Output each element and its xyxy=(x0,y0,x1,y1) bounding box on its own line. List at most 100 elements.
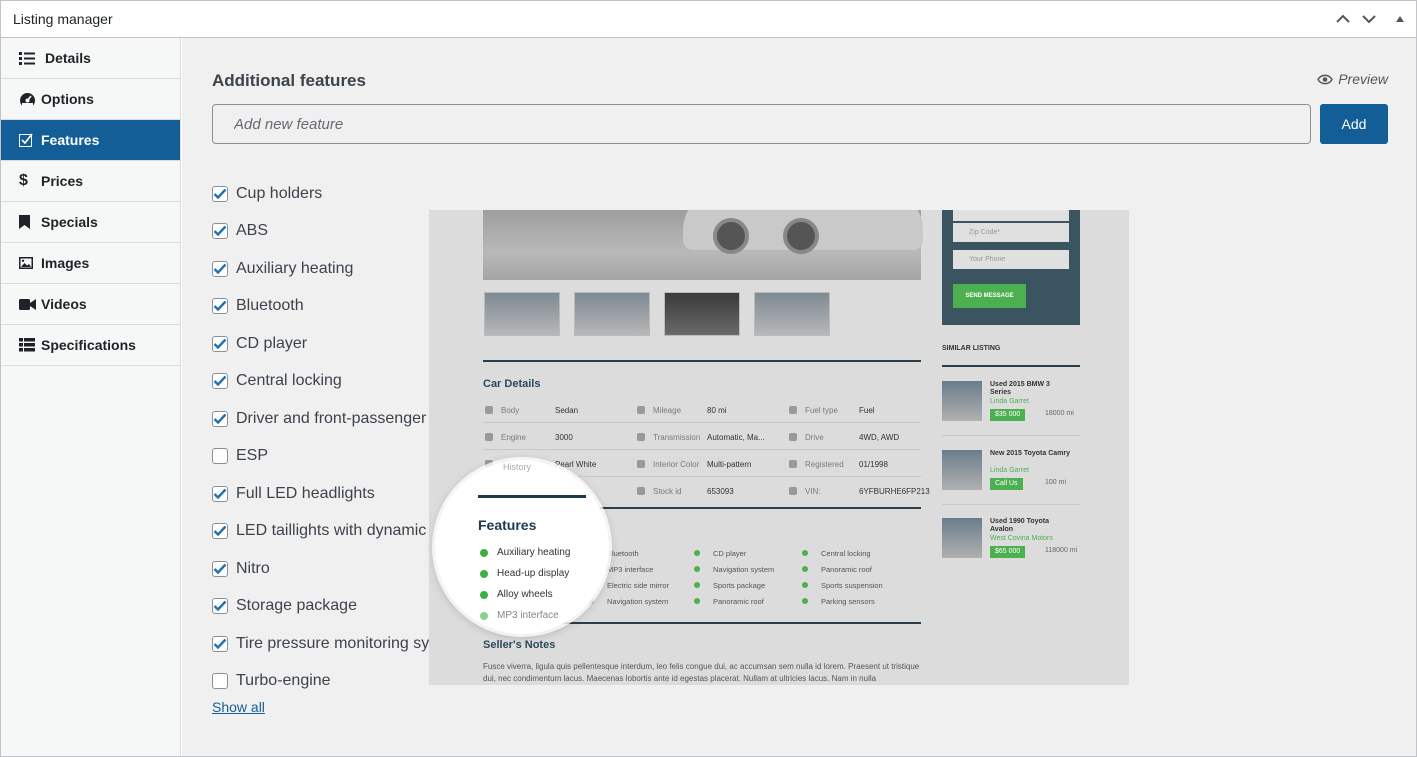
detail-icon xyxy=(485,406,493,414)
feature-checkbox[interactable] xyxy=(212,523,228,540)
feature-checkbox[interactable] xyxy=(212,260,228,277)
sidebar-item-label: Features xyxy=(41,132,100,148)
listing-manager-window: Listing manager Details Options Features… xyxy=(0,0,1417,757)
detail-label: Mileage xyxy=(653,406,682,415)
check-icon xyxy=(694,566,700,572)
detail-value: 4WD, AWD xyxy=(859,433,900,442)
thumbnail xyxy=(664,292,740,336)
feature-checkbox[interactable] xyxy=(212,598,228,615)
feature-checkbox[interactable] xyxy=(212,560,228,577)
detail-label: Engine xyxy=(501,433,526,442)
features-list: Cup holders ABS Auxiliary heating Bluetooth… xyxy=(212,175,429,700)
detail-label: Transmission xyxy=(653,433,701,442)
magnifier-feature: Alloy wheels xyxy=(480,589,553,600)
image-icon xyxy=(19,255,39,271)
similar-title: Used 2015 BMW 3 Series xyxy=(990,381,1050,396)
feature-checkbox[interactable] xyxy=(212,673,228,690)
feature-item[interactable]: Cup holders xyxy=(212,175,429,213)
feature-checkbox[interactable] xyxy=(212,410,228,427)
show-all-link[interactable]: Show all xyxy=(212,699,265,715)
feature-item[interactable]: ABS xyxy=(212,213,429,251)
collapse-toggle-button[interactable] xyxy=(1391,10,1409,28)
feature-item[interactable]: Driver and front-passenger xyxy=(212,400,429,438)
sidebar-item-label: Specials xyxy=(41,214,98,230)
detail-value: 80 mi xyxy=(707,406,727,415)
sidebar-item-specials[interactable]: Specials xyxy=(1,202,180,243)
table-icon xyxy=(19,337,39,353)
feature-item[interactable]: Tire pressure monitoring sy xyxy=(212,625,429,663)
feature-checkbox[interactable] xyxy=(212,485,228,502)
feature-item[interactable]: Turbo-engine xyxy=(212,663,429,701)
send-message-button: SEND MESSAGE xyxy=(953,284,1026,308)
phone-field: Your Phone xyxy=(953,250,1069,269)
detail-value: Pearl White xyxy=(555,460,597,469)
add-feature-input[interactable] xyxy=(212,104,1311,144)
feature-item[interactable]: Nitro xyxy=(212,550,429,588)
feature-item[interactable]: CD player xyxy=(212,325,429,363)
feature-label: Turbo-engine xyxy=(236,672,331,690)
sidebar-item-videos[interactable]: Videos xyxy=(1,284,180,325)
feature-checkbox[interactable] xyxy=(212,298,228,315)
feature-checkbox[interactable] xyxy=(212,335,228,352)
detail-value: Automatic, Ma... xyxy=(707,433,765,442)
check-icon xyxy=(694,598,700,604)
check-icon xyxy=(694,550,700,556)
check-circle-icon xyxy=(480,548,488,557)
preview-link[interactable]: Preview xyxy=(1317,71,1388,87)
feature-item[interactable]: LED taillights with dynamic xyxy=(212,513,429,551)
detail-icon xyxy=(789,460,797,468)
feature-checkbox[interactable] xyxy=(212,635,228,652)
similar-dealer: Linda Garret xyxy=(990,398,1029,405)
magnifier-feature-label: Auxiliary heating xyxy=(497,547,571,558)
detail-value: 6YFBURHE6FP213 xyxy=(859,487,930,496)
feature-grid-item: MP3 interface xyxy=(607,565,654,574)
feature-item[interactable]: Full LED headlights xyxy=(212,475,429,513)
checkbox-icon xyxy=(19,132,39,148)
chevron-up-icon xyxy=(1336,14,1350,23)
detail-icon xyxy=(789,433,797,441)
feature-item[interactable]: Bluetooth xyxy=(212,288,429,326)
magnifier-feature: MP3 interface xyxy=(480,610,559,621)
feature-checkbox[interactable] xyxy=(212,373,228,390)
sidebar-item-options[interactable]: Options xyxy=(1,79,180,120)
feature-grid-item: Panoramic roof xyxy=(821,565,872,574)
checkmark-icon xyxy=(213,563,227,574)
similar-thumbnail xyxy=(942,518,982,558)
feature-label: Auxiliary heating xyxy=(236,259,354,277)
sidebar-item-features[interactable]: Features xyxy=(1,120,180,161)
feature-checkbox[interactable] xyxy=(212,223,228,240)
sidebar-item-specifications[interactable]: Specifications xyxy=(1,325,180,366)
move-up-button[interactable] xyxy=(1334,10,1352,28)
detail-icon xyxy=(637,406,645,414)
detail-icon xyxy=(637,487,645,495)
feature-item[interactable]: Storage package xyxy=(212,588,429,626)
preview-label: Preview xyxy=(1338,71,1388,87)
titlebar: Listing manager xyxy=(1,1,1416,38)
add-feature-button[interactable]: Add xyxy=(1320,104,1388,144)
feature-item[interactable]: Auxiliary heating xyxy=(212,250,429,288)
features-magnifier: History Features Auxiliary heating Head-u… xyxy=(435,460,609,634)
similar-title: Used 1990 Toyota Avalon xyxy=(990,518,1050,533)
thumbnail xyxy=(484,292,560,336)
checkmark-icon xyxy=(213,338,227,349)
sellers-notes-heading: Seller's Notes xyxy=(483,639,556,651)
sidebar-item-details[interactable]: Details xyxy=(1,38,180,79)
similar-mileage: 18000 mi xyxy=(1045,410,1074,417)
feature-item[interactable]: Central locking xyxy=(212,363,429,401)
feature-label: Central locking xyxy=(236,372,342,390)
sidebar-item-images[interactable]: Images xyxy=(1,243,180,284)
thumbnail xyxy=(754,292,830,336)
detail-value: Fuel xyxy=(859,406,875,415)
feature-checkbox[interactable] xyxy=(212,448,228,465)
checkmark-icon xyxy=(213,638,227,649)
move-down-button[interactable] xyxy=(1360,10,1378,28)
sidebar-item-prices[interactable]: $ Prices xyxy=(1,161,180,202)
feature-item[interactable]: ESP xyxy=(212,438,429,476)
similar-mileage: 118000 mi xyxy=(1045,547,1078,554)
detail-label: Body xyxy=(501,406,520,415)
magnifier-feature-label: Alloy wheels xyxy=(497,589,553,600)
feature-checkbox[interactable] xyxy=(212,185,228,202)
checkmark-icon xyxy=(213,225,227,237)
similar-mileage: 100 mi xyxy=(1045,479,1067,486)
list-icon xyxy=(19,50,39,66)
